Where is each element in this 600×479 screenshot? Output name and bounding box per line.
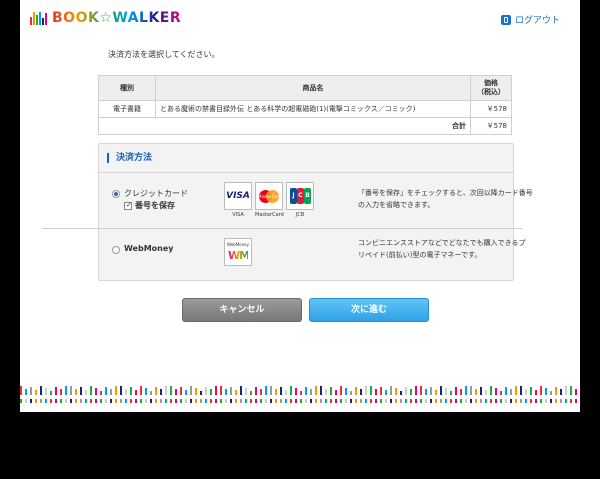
payment-method-title: 決済方法 — [107, 153, 152, 163]
price-header-line2: （税込） — [477, 88, 505, 96]
logout-icon — [500, 14, 511, 25]
webmoney-logo-text: WM — [228, 249, 250, 262]
credit-card-radio[interactable] — [112, 190, 120, 198]
page: BOOK☆WALKER ログアウト 決済方法を選択してください。 種別 商品名 … — [20, 0, 580, 412]
column-header-type: 種別 — [98, 75, 156, 101]
webmoney-icon: WebMoney WM — [224, 238, 252, 266]
total-label: 合計 — [98, 117, 471, 135]
jcb-caption: JCB — [295, 212, 305, 218]
cancel-button[interactable]: キャンセル — [182, 298, 302, 322]
footer-stripe-bars-lower — [20, 399, 580, 403]
logout-link[interactable]: ログアウト — [500, 13, 560, 26]
webmoney-description: コンビニエンスストアなどでどなたでも購入できるプ リペイド(前払い)型の電子マネ… — [358, 237, 525, 261]
webmoney-logo-tag: WebMoney — [227, 242, 249, 247]
visa-logo-text: VISA — [226, 191, 250, 201]
instruction-text: 決済方法を選択してください。 — [108, 50, 220, 59]
price-header-line1: 価格 — [484, 79, 498, 87]
bookwalker-logo[interactable]: BOOK☆WALKER — [30, 10, 181, 26]
credit-card-label[interactable]: クレジットカード — [124, 188, 188, 199]
credit-desc-line2: の入力を省略できます。 — [358, 201, 435, 209]
row-type: 電子書籍 — [98, 100, 156, 118]
save-number-checkbox[interactable] — [124, 201, 132, 210]
jcb-icon: J C B — [286, 182, 314, 210]
column-header-name: 商品名 — [155, 75, 471, 101]
credit-desc-line1: 「番号を保存」をチェックすると、次回以降カード番号 — [358, 189, 533, 197]
logout-label: ログアウト — [514, 16, 560, 26]
webmoney-label[interactable]: WebMoney — [124, 244, 173, 253]
panel-title-divider — [99, 172, 513, 173]
credit-card-description: 「番号を保存」をチェックすると、次回以降カード番号 の入力を省略できます。 — [358, 187, 533, 211]
total-row: 合計 ￥578 — [98, 117, 512, 135]
visa-caption: VISA — [232, 212, 244, 218]
logo-text: BOOK☆WALKER — [52, 10, 182, 26]
order-table: 種別 商品名 価格 （税込） 電子書籍 とある魔術の禁書目録外伝 とある科学の超… — [98, 75, 512, 135]
row-name: とある魔術の禁書目録外伝 とある科学の超電磁砲(1)(電撃コミックス／コミック) — [155, 100, 471, 118]
webmoney-desc-line2: リペイド(前払い)型の電子マネーです。 — [358, 251, 482, 259]
mastercard-logo-text: MasterCard — [258, 194, 282, 199]
total-value: ￥578 — [470, 117, 512, 135]
footer-stripe-bars — [20, 386, 580, 395]
logo-bars-icon — [30, 11, 48, 25]
mastercard-icon: MasterCard — [255, 182, 283, 210]
table-row: 電子書籍 とある魔術の禁書目録外伝 とある科学の超電磁砲(1)(電撃コミックス／… — [98, 100, 512, 118]
save-number-label[interactable]: 番号を保存 — [135, 200, 175, 211]
next-button[interactable]: 次に進む — [309, 298, 429, 322]
visa-icon: VISA — [224, 182, 252, 210]
mastercard-caption: MasterCard — [255, 212, 284, 218]
webmoney-radio[interactable] — [112, 246, 120, 254]
webmoney-desc-line1: コンビニエンスストアなどでどなたでも購入できるプ — [358, 239, 526, 247]
row-price: ￥578 — [470, 100, 512, 118]
column-header-price: 価格 （税込） — [470, 75, 512, 101]
footer-stripe — [20, 386, 580, 412]
option-divider — [42, 228, 522, 229]
